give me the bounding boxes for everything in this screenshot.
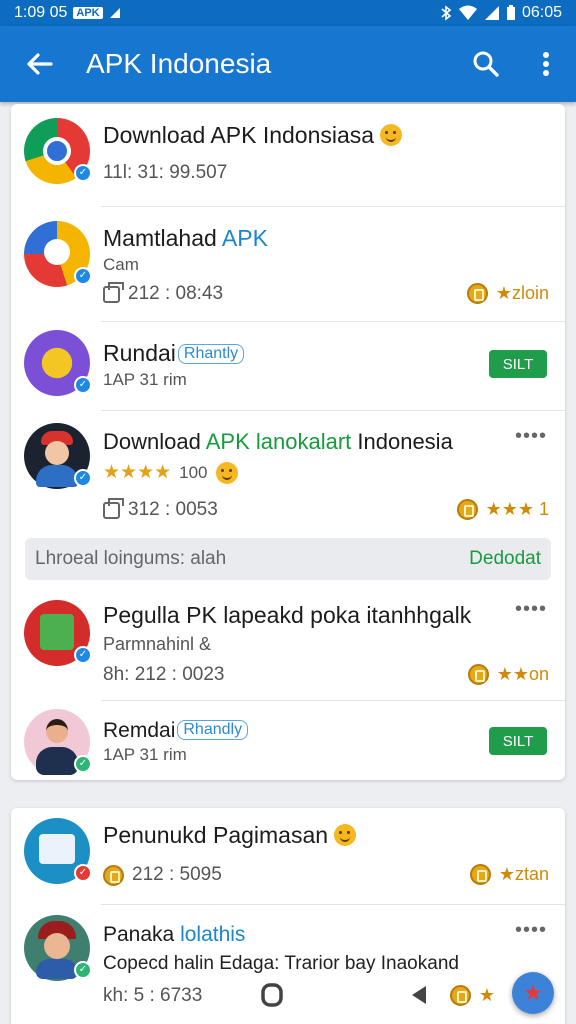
- search-icon: [473, 51, 499, 77]
- verified-badge-icon: ✓: [74, 755, 92, 773]
- item-meta: 11l: 31: 99.507: [103, 162, 228, 183]
- more-options-button[interactable]: [516, 26, 576, 102]
- coin-icon: [467, 664, 489, 685]
- smile-emoji-icon: [380, 124, 403, 146]
- item-rating: ★ztan: [469, 864, 549, 885]
- item-subtitle: Parmnahinl &: [103, 634, 212, 654]
- item-title: Mamtlahad APK: [103, 225, 268, 251]
- friendly-badge: Rhandly: [177, 720, 249, 740]
- item-more-button[interactable]: ••••: [515, 919, 547, 942]
- status-app-box: APK: [73, 7, 103, 19]
- status-time: 1:09 05: [14, 4, 68, 21]
- signal-icon: [484, 6, 499, 20]
- install-button[interactable]: SILT: [489, 727, 547, 755]
- back-arrow-icon: [27, 53, 53, 75]
- item-title: Download APK Indonsiasa: [103, 122, 403, 149]
- banner-text: Lhroeal loingums: alah: [35, 548, 227, 569]
- status-bar: 1:09 05 APK 06:05: [0, 0, 576, 26]
- item-meta: kh: 5 : 6733: [103, 985, 203, 1006]
- smile-emoji-icon: [215, 461, 238, 484]
- item-rating: ★★on: [467, 664, 549, 685]
- app-bar: APK Indonesia: [0, 26, 576, 102]
- more-vert-icon: [543, 52, 549, 76]
- item-subtitle: 1AP 31 rim: [103, 745, 187, 764]
- system-nav-bar: [260, 978, 430, 1012]
- signal-small-icon: [109, 8, 120, 18]
- list-item[interactable]: ✓ Mamtlahad APK Cam 212 : 08:43 ★zloin: [11, 207, 565, 321]
- battery-icon: [506, 5, 515, 20]
- coin-icon: [103, 864, 124, 886]
- coin-icon: [469, 864, 491, 885]
- item-rating: ★★★ 1: [456, 499, 549, 520]
- item-meta: 212 : 08:43: [103, 281, 223, 305]
- info-banner[interactable]: Lhroeal loingums: alah Dedodat: [25, 538, 551, 580]
- item-title: Remdai Rhandly: [103, 719, 249, 743]
- home-nav-icon[interactable]: [260, 982, 284, 1008]
- item-subtitle: Cam: [103, 255, 139, 274]
- list-item[interactable]: ✓ Download APK lanokalart Indonesia ••••…: [11, 411, 565, 533]
- banner-action[interactable]: Dedodat: [469, 548, 541, 570]
- verified-badge-icon: ✓: [74, 646, 92, 664]
- list-item[interactable]: ✓ Rundai Rhantly 1AP 31 rim SILT: [11, 322, 565, 410]
- bluetooth-icon: [441, 5, 452, 21]
- item-title: Rundai Rhantly: [103, 340, 245, 367]
- page-title: APK Indonesia: [86, 48, 272, 79]
- install-button[interactable]: SILT: [489, 350, 547, 378]
- app-icon-avatar: ✓: [24, 709, 92, 775]
- app-icon-avatar: ✓: [24, 423, 92, 489]
- app-icon-avatar: ✓: [24, 330, 92, 396]
- smile-emoji-icon: [334, 824, 357, 846]
- item-title: Panaka lolathis: [103, 923, 246, 946]
- coin-icon: [449, 985, 471, 1006]
- item-title: Penunukd Pagimasan: [103, 822, 357, 849]
- back-nav-icon[interactable]: [408, 983, 430, 1007]
- verified-badge-icon: ✓: [74, 376, 92, 394]
- item-title: Download APK lanokalart Indonesia: [103, 429, 453, 454]
- verified-badge-icon: ✓: [74, 267, 92, 285]
- copy-icon: [103, 281, 124, 303]
- verified-badge-icon: ✓: [74, 164, 92, 182]
- verified-badge-icon: ✓: [74, 864, 92, 882]
- status-right-time: 06:05: [521, 4, 562, 21]
- coin-icon: [456, 499, 478, 520]
- app-icon-avatar: ✓: [24, 915, 92, 981]
- app-icon-avatar: ✓: [24, 118, 92, 184]
- verified-badge-icon: ✓: [74, 469, 92, 487]
- list-item[interactable]: ✓ Download APK Indonsiasa 11l: 31: 99.50…: [11, 104, 565, 206]
- item-subtitle: 1AP 31 rim: [103, 370, 187, 389]
- favorite-fab-button[interactable]: ★: [512, 972, 554, 1014]
- coin-icon: [466, 283, 488, 304]
- item-rating: ★zloin: [466, 283, 549, 304]
- list-item[interactable]: ✓ Remdai Rhandly 1AP 31 rim SILT: [11, 701, 565, 779]
- copy-icon: [103, 497, 124, 519]
- item-meta: 312 : 0053: [103, 497, 218, 521]
- app-icon-avatar: ✓: [24, 600, 92, 666]
- friendly-badge: Rhantly: [177, 344, 245, 364]
- app-icon-avatar: ✓: [24, 221, 92, 287]
- item-more-button[interactable]: ••••: [515, 598, 547, 621]
- list-item[interactable]: ✓ Pegulla PK lapeakd poka itanhhgalk •••…: [11, 586, 565, 698]
- back-button[interactable]: [0, 26, 78, 102]
- item-title: Pegulla PK lapeakd poka itanhhgalk: [103, 602, 472, 628]
- verified-badge-icon: ✓: [74, 961, 92, 979]
- item-more-button[interactable]: ••••: [515, 425, 547, 448]
- star-icon: ★: [523, 980, 543, 1005]
- search-button[interactable]: [456, 26, 516, 102]
- item-stars: ★★★★ 100: [103, 461, 238, 484]
- item-meta: 8h: 212 : 0023: [103, 664, 225, 685]
- item-meta: 212 : 5095: [103, 864, 222, 886]
- app-icon-avatar: ✓: [24, 818, 92, 884]
- app-list-card: ✓ Download APK Indonsiasa 11l: 31: 99.50…: [11, 104, 565, 780]
- item-subtitle: Copecd halin Edaga: Trarior bay Inaokand: [103, 953, 459, 974]
- list-item[interactable]: ✓ Penunukd Pagimasan 212 : 5095 ★ztan: [11, 808, 565, 904]
- item-rating: ★: [449, 985, 495, 1006]
- wifi-icon: [458, 5, 477, 20]
